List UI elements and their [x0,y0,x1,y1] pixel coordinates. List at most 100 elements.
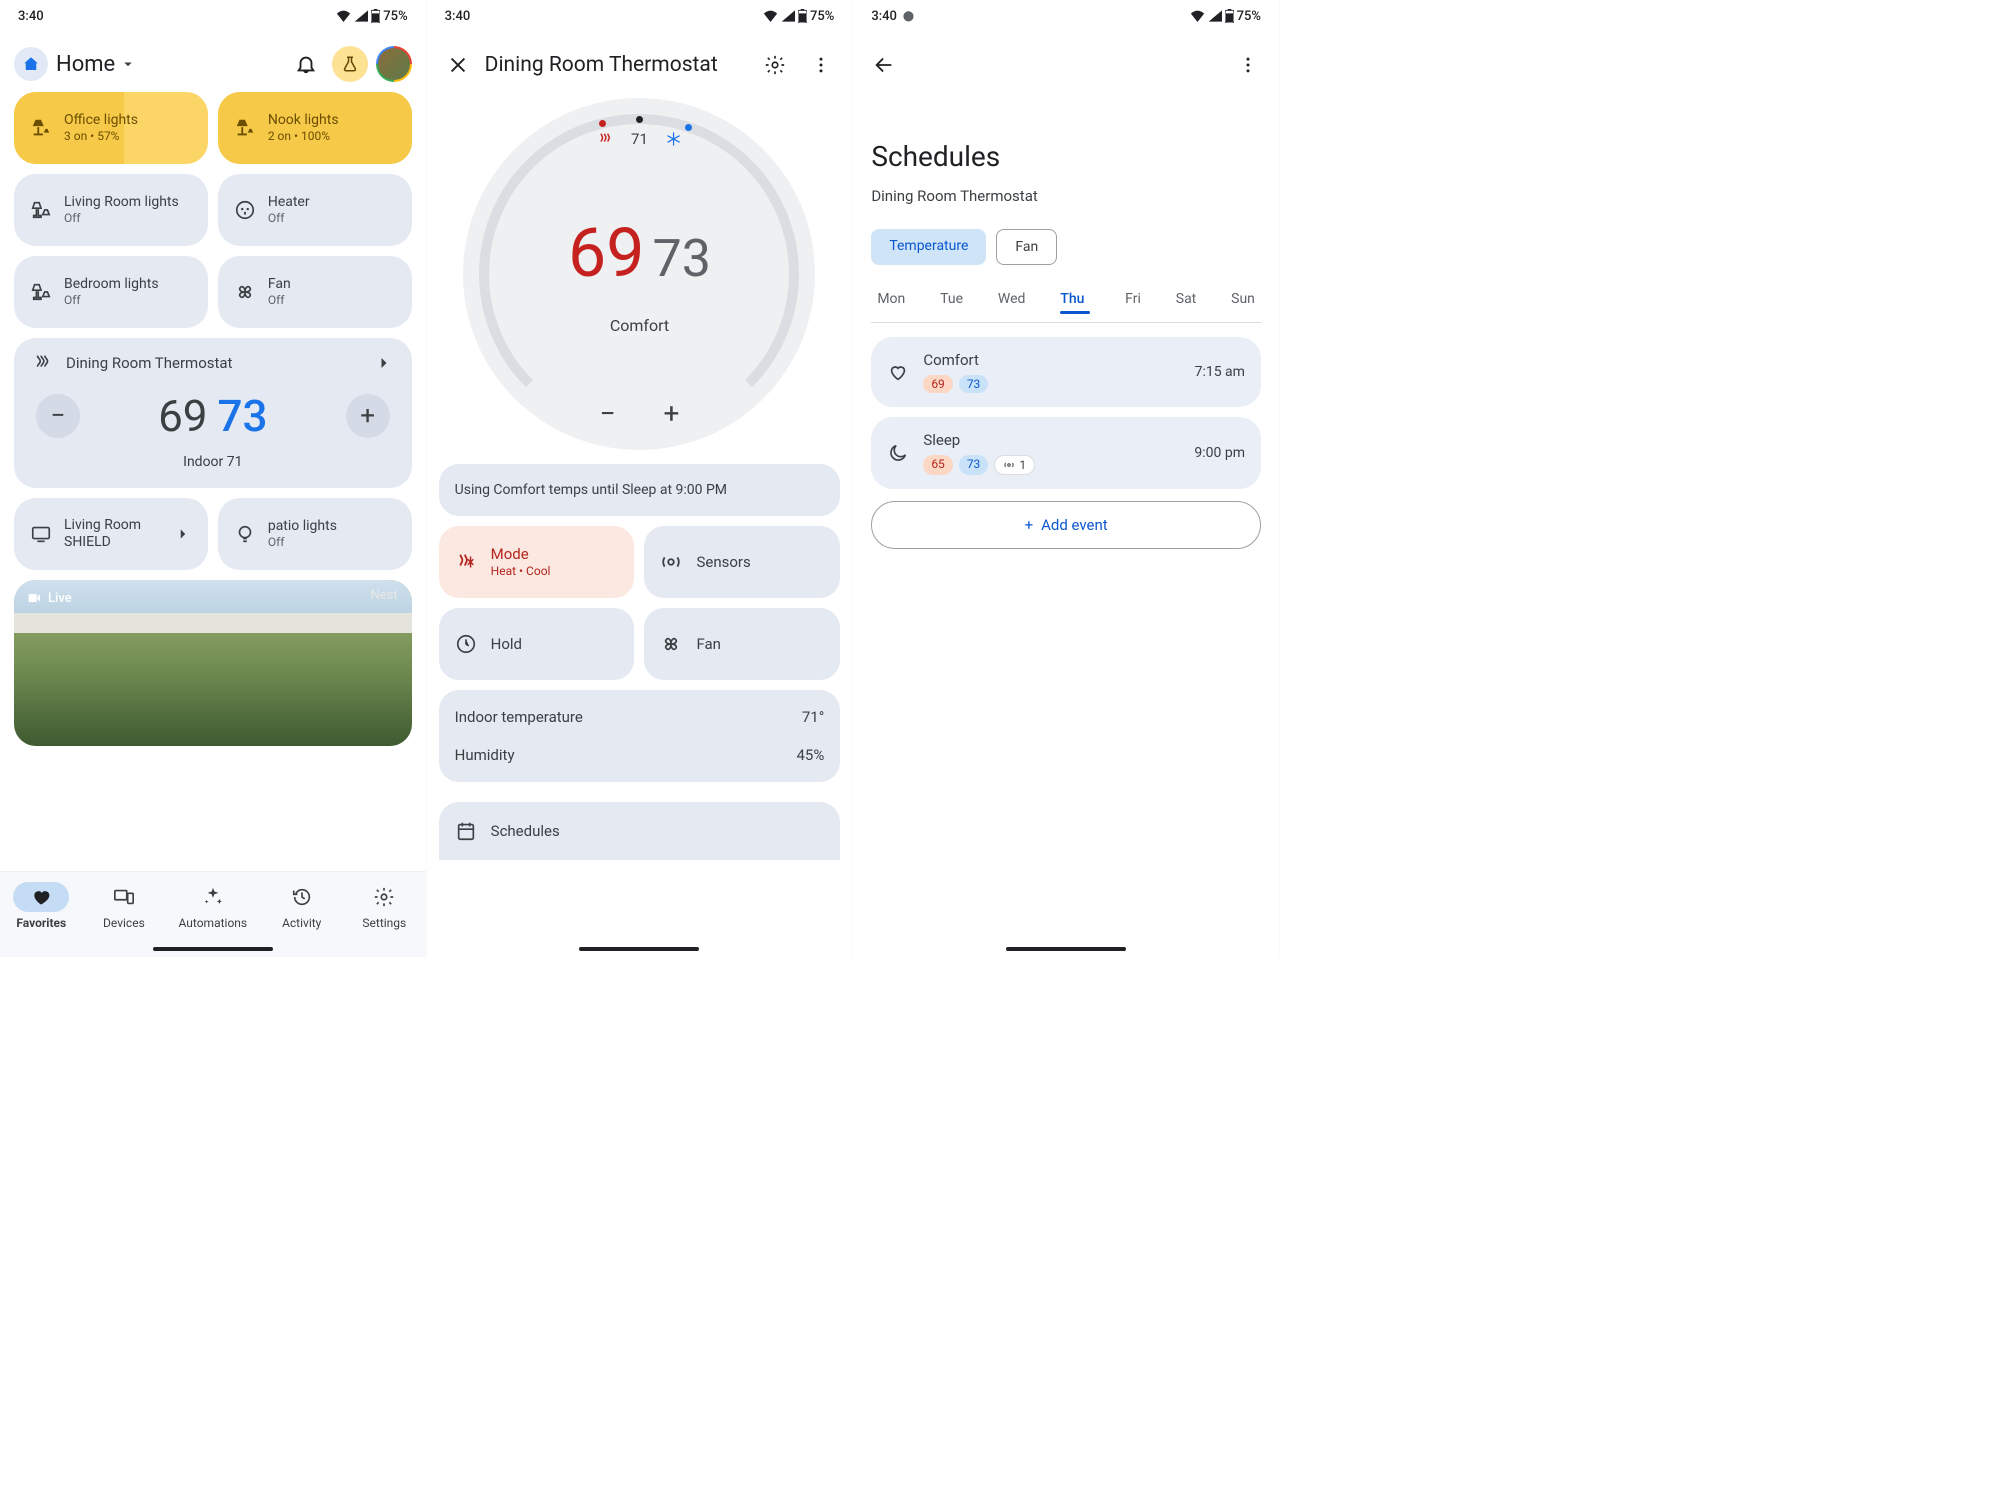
home-icon[interactable] [14,47,48,81]
home-label: Home [56,52,115,77]
thermostat-dial[interactable]: 71 69 73 Comfort − + [463,98,815,450]
tile-sensors[interactable]: Sensors [644,526,840,598]
tile-subtitle: 3 on • 57% [64,129,138,144]
nav-settings[interactable]: Settings [356,882,412,930]
signal-icon [781,10,795,22]
nav-label: Favorites [16,916,66,930]
day-tab-sat[interactable]: Sat [1176,291,1197,314]
day-tabs: Mon Tue Wed Thu Fri Sat Sun [871,291,1261,314]
fan-icon [234,281,256,303]
lamp-icon [30,117,52,139]
calendar-icon [455,820,477,842]
dial-plus-button[interactable]: + [664,397,680,430]
page-subtitle: Dining Room Thermostat [871,187,1261,205]
settings-button[interactable] [756,46,794,84]
tile-shield[interactable]: Living Room SHIELD [14,498,208,570]
status-time: 3:40 [445,9,471,24]
tile-fan[interactable]: Fan [644,608,840,680]
tile-title: Living Room lights [64,194,179,212]
tile-office-lights[interactable]: Office lights 3 on • 57% [14,92,208,164]
tile-title: Nook lights [268,112,339,130]
tile-living-room-lights[interactable]: Living Room lights Off [14,174,208,246]
devices-icon [113,886,135,908]
close-button[interactable] [439,46,477,84]
temp-plus-button[interactable]: + [346,394,390,438]
tile-fan[interactable]: Fan Off [218,256,412,328]
nav-automations[interactable]: Automations [179,882,248,930]
heat-pill: 69 [923,375,953,393]
overflow-button[interactable] [802,46,840,84]
thermostat-card[interactable]: Dining Room Thermostat − 69 73 + Indoor … [14,338,412,488]
gesture-bar [579,947,699,951]
nav-favorites[interactable]: Favorites [13,882,69,930]
day-tab-sun[interactable]: Sun [1231,291,1255,314]
bottom-nav: Favorites Devices Automations Activity S… [0,871,426,957]
tile-heater[interactable]: Heater Off [218,174,412,246]
camera-card[interactable]: Live Nest [14,580,412,746]
dial-current: 71 [631,130,648,148]
gesture-bar [1006,947,1126,951]
schedule-event-comfort[interactable]: Comfort 69 73 7:15 am [871,337,1261,407]
day-tab-thu[interactable]: Thu [1060,291,1090,314]
lamp-icon [234,117,256,139]
sensors-label: Sensors [696,553,750,572]
tile-subtitle: Off [64,211,179,226]
screen-thermostat-detail: 3:40 75% Dining Room Thermostat 71 69 [427,0,854,957]
moon-icon [887,442,909,464]
day-tab-wed[interactable]: Wed [998,291,1026,314]
screen-schedules: 3:40 ⬤ 75% Schedules Dining Room Thermos… [853,0,1280,957]
tile-patio-lights[interactable]: patio lights Off [218,498,412,570]
day-tab-fri[interactable]: Fri [1125,291,1141,314]
notifications-button[interactable] [288,46,324,82]
temp-minus-button[interactable]: − [36,394,80,438]
chip-fan[interactable]: Fan [996,229,1057,265]
home-dropdown[interactable]: Home [56,52,137,77]
labs-button[interactable] [332,46,368,82]
tile-title: Living Room SHIELD [64,517,162,552]
page-title: Schedules [871,140,1261,173]
humidity-label: Humidity [455,746,515,764]
add-event-button[interactable]: + Add event [871,501,1261,549]
heart-icon [31,887,51,907]
cool-pill: 73 [959,455,989,475]
tile-title: Bedroom lights [64,276,159,294]
schedule-event-sleep[interactable]: Sleep 65 73 1 9:00 pm [871,417,1261,489]
nav-devices[interactable]: Devices [96,882,152,930]
info-card: Indoor temperature 71° Humidity 45% [439,690,841,782]
tile-title: Fan [268,276,291,294]
tile-hold[interactable]: Hold [439,608,635,680]
tile-nook-lights[interactable]: Nook lights 2 on • 100% [218,92,412,164]
nav-activity[interactable]: Activity [274,882,330,930]
back-button[interactable] [865,46,903,84]
indoor-temp-label: Indoor temperature [455,708,583,726]
tile-subtitle: 2 on • 100% [268,129,339,144]
tile-bedroom-lights[interactable]: Bedroom lights Off [14,256,208,328]
wifi-icon [763,10,778,22]
overflow-button[interactable] [1229,46,1267,84]
lights-icon [30,281,52,303]
more-vert-icon [811,55,831,75]
account-avatar[interactable] [376,46,412,82]
status-bar: 3:40 ⬤ 75% [853,0,1279,32]
schedules-row[interactable]: Schedules [439,802,841,860]
status-dot-icon: ⬤ [903,11,914,22]
tile-subtitle: Off [64,293,159,308]
tile-subtitle: Off [268,211,310,226]
indoor-temp-value: 71° [802,708,824,726]
gear-icon [764,54,786,76]
day-tab-tue[interactable]: Tue [940,291,963,314]
screen-favorites: 3:40 75% Home [0,0,427,957]
day-tab-mon[interactable]: Mon [877,291,905,314]
close-icon [447,54,469,76]
schedules-label: Schedules [491,822,560,840]
tile-subtitle: Off [268,293,291,308]
page-title: Dining Room Thermostat [485,53,749,77]
battery-percentage: 75% [810,9,834,24]
status-text: Using Comfort temps until Sleep at 9:00 … [455,482,727,498]
nav-label: Automations [179,916,248,930]
more-vert-icon [1238,55,1258,75]
battery-icon [371,9,380,23]
tile-mode[interactable]: Mode Heat • Cool [439,526,635,598]
dial-minus-button[interactable]: − [600,397,616,430]
chip-temperature[interactable]: Temperature [871,229,986,265]
